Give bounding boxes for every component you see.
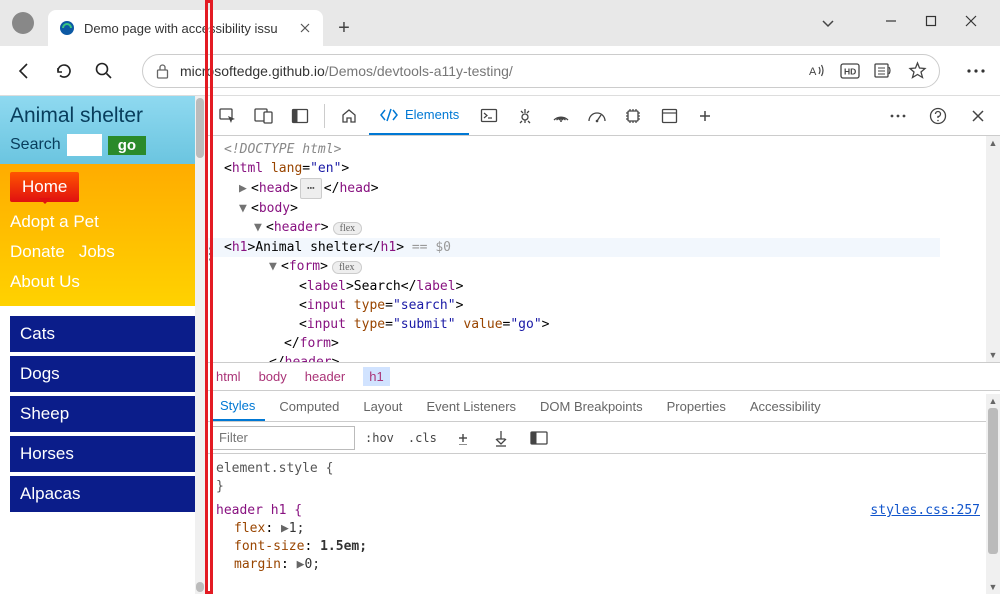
elements-scrollbar[interactable]: ▲▼	[986, 136, 1000, 362]
search-button[interactable]	[92, 59, 116, 83]
flex-overlay-icon[interactable]	[485, 422, 517, 454]
elements-tree[interactable]: <!DOCTYPE html> <html lang="en"> ▶<head>…	[206, 136, 1000, 362]
crumb-header[interactable]: header	[305, 369, 345, 384]
tab-title: Demo page with accessibility issu	[84, 21, 289, 36]
devtools-menu-button[interactable]	[882, 100, 914, 132]
memory-tab-icon[interactable]	[617, 100, 649, 132]
page-nav: Home Adopt a Pet Donate Jobs About Us	[0, 164, 205, 306]
new-style-button[interactable]	[447, 422, 479, 454]
stylesheet-link[interactable]: styles.css:257	[870, 502, 980, 520]
svg-text:HD: HD	[844, 66, 856, 76]
tab-properties[interactable]: Properties	[657, 391, 736, 421]
browser-tab[interactable]: Demo page with accessibility issu	[48, 10, 323, 46]
nav-about[interactable]: About Us	[10, 272, 195, 292]
styles-tabbar: Styles Computed Layout Event Listeners D…	[206, 390, 1000, 422]
favorites-icon[interactable]	[908, 61, 927, 80]
category-item[interactable]: Sheep	[10, 396, 195, 432]
styles-filter-input[interactable]	[210, 426, 355, 450]
read-aloud-icon[interactable]: A	[808, 62, 826, 79]
tab-styles[interactable]: Styles	[210, 391, 265, 421]
sources-tab-icon[interactable]	[509, 100, 541, 132]
content-area: Animal shelter Search go Home Adopt a Pe…	[0, 96, 1000, 594]
page-header: Animal shelter Search go	[0, 96, 205, 164]
maximize-button[interactable]	[922, 12, 940, 30]
svg-text:A: A	[809, 66, 817, 78]
window-controls	[862, 0, 1000, 42]
tab-close-button[interactable]	[297, 20, 313, 36]
back-button[interactable]	[12, 59, 36, 83]
refresh-button[interactable]	[52, 59, 76, 83]
more-tabs-button[interactable]	[689, 100, 721, 132]
search-label: Search	[10, 136, 61, 154]
device-toggle-icon[interactable]	[248, 100, 280, 132]
lock-icon[interactable]	[155, 63, 170, 79]
crumb-html[interactable]: html	[216, 369, 241, 384]
search-input[interactable]	[67, 134, 102, 156]
inspect-icon[interactable]	[212, 100, 244, 132]
page-search-form: Search go	[10, 134, 195, 156]
devtools-close-button[interactable]	[962, 100, 994, 132]
cls-toggle[interactable]: .cls	[404, 431, 441, 445]
category-item[interactable]: Dogs	[10, 356, 195, 392]
tab-computed[interactable]: Computed	[269, 391, 349, 421]
panel-toggle-icon[interactable]	[284, 100, 316, 132]
nav-adopt[interactable]: Adopt a Pet	[10, 212, 195, 232]
page-title: Animal shelter	[10, 104, 195, 128]
tab-dom-breakpoints[interactable]: DOM Breakpoints	[530, 391, 653, 421]
devtools-toolbar: Elements	[206, 96, 1000, 136]
go-button[interactable]: go	[108, 136, 146, 155]
nav-jobs[interactable]: Jobs	[79, 242, 115, 262]
nav-home[interactable]: Home	[10, 172, 79, 202]
welcome-tab-icon[interactable]	[333, 100, 365, 132]
profile-avatar[interactable]	[12, 12, 34, 34]
styles-toolbar: :hov .cls	[206, 422, 1000, 454]
devtools-panel: ⋮ Elements	[205, 96, 1000, 594]
crumb-body[interactable]: body	[259, 369, 287, 384]
application-tab-icon[interactable]	[653, 100, 685, 132]
devtools-resize-handle[interactable]: ⋮	[202, 244, 218, 264]
category-item[interactable]: Alpacas	[10, 476, 195, 512]
category-list: Cats Dogs Sheep Horses Alpacas	[0, 306, 205, 526]
help-icon[interactable]	[922, 100, 954, 132]
tab-accessibility[interactable]: Accessibility	[740, 391, 831, 421]
url-text: microsoftedge.github.io/Demos/devtools-a…	[180, 63, 798, 79]
elements-tab[interactable]: Elements	[369, 97, 469, 135]
tabs-chevron-icon[interactable]	[821, 18, 835, 28]
url-box[interactable]: microsoftedge.github.io/Demos/devtools-a…	[142, 54, 940, 88]
styles-scrollbar[interactable]: ▲▼	[986, 394, 1000, 594]
address-bar: microsoftedge.github.io/Demos/devtools-a…	[0, 46, 1000, 96]
tab-event-listeners[interactable]: Event Listeners	[416, 391, 526, 421]
category-item[interactable]: Cats	[10, 316, 195, 352]
close-button[interactable]	[962, 12, 980, 30]
new-tab-button[interactable]: +	[329, 13, 359, 43]
menu-button[interactable]	[964, 59, 988, 83]
minimize-button[interactable]	[882, 12, 900, 30]
tab-layout[interactable]: Layout	[353, 391, 412, 421]
styles-pane[interactable]: element.style { } header h1 {styles.css:…	[206, 454, 1000, 594]
computed-sidebar-icon[interactable]	[523, 422, 555, 454]
reading-mode-icon[interactable]	[874, 62, 894, 79]
hov-toggle[interactable]: :hov	[361, 431, 398, 445]
page-scrollbar[interactable]	[195, 96, 205, 594]
network-tab-icon[interactable]	[545, 100, 577, 132]
titlebar: Demo page with accessibility issu +	[0, 0, 1000, 46]
edge-favicon	[58, 19, 76, 37]
performance-tab-icon[interactable]	[581, 100, 613, 132]
breadcrumb: html body header h1	[206, 362, 1000, 390]
console-tab-icon[interactable]	[473, 100, 505, 132]
devtools-body: <!DOCTYPE html> <html lang="en"> ▶<head>…	[206, 136, 1000, 594]
category-item[interactable]: Horses	[10, 436, 195, 472]
hd-badge-icon[interactable]: HD	[840, 63, 860, 79]
crumb-h1[interactable]: h1	[363, 367, 389, 386]
web-page: Animal shelter Search go Home Adopt a Pe…	[0, 96, 205, 594]
nav-donate[interactable]: Donate	[10, 242, 65, 262]
